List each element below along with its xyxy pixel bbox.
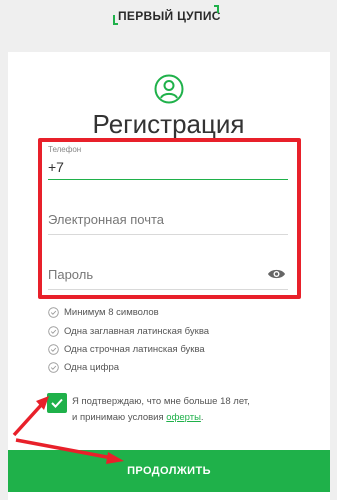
password-underline	[48, 289, 288, 290]
phone-label: Телефон	[48, 145, 82, 154]
continue-button[interactable]: ПРОДОЛЖИТЬ	[8, 450, 330, 492]
header: ПЕРВЫЙ ЦУПИС	[0, 0, 337, 40]
consent-text-suffix: .	[200, 412, 204, 423]
consent-text-prefix: и принимаю условия	[72, 412, 167, 423]
consent-text-line1: Я подтверждаю, что мне больше 18 лет,	[72, 396, 250, 407]
requirement-item: Одна заглавная латинская буква	[48, 324, 209, 338]
password-field[interactable]: Пароль	[48, 267, 93, 282]
requirement-item: Одна цифра	[48, 360, 119, 374]
eye-icon[interactable]	[267, 268, 286, 280]
offer-link[interactable]: оферты	[166, 412, 201, 423]
requirement-text: Одна заглавная латинская буква	[64, 325, 210, 337]
requirement-item: Одна строчная латинская буква	[48, 342, 205, 356]
user-icon	[154, 74, 184, 104]
check-circle-icon	[48, 306, 59, 318]
requirement-item: Минимум 8 символов	[48, 305, 159, 319]
phone-field[interactable]: +7	[48, 159, 64, 175]
consent-text-line2: и принимаю условия оферты.	[72, 412, 204, 423]
email-field[interactable]: Электронная почта	[48, 212, 164, 227]
page-title: Регистрация	[92, 109, 245, 139]
logo-accent-icon	[214, 5, 219, 13]
requirement-text: Минимум 8 символов	[64, 306, 159, 318]
age-consent-checkbox[interactable]	[47, 393, 67, 413]
phone-underline	[48, 179, 288, 180]
logo: ПЕРВЫЙ ЦУПИС	[118, 9, 221, 23]
check-icon	[51, 398, 63, 408]
requirement-text: Одна строчная латинская буква	[64, 343, 205, 355]
check-circle-icon	[48, 325, 59, 337]
check-circle-icon	[48, 361, 59, 373]
email-underline	[48, 234, 288, 235]
check-circle-icon	[48, 343, 59, 355]
requirement-text: Одна цифра	[64, 361, 120, 373]
